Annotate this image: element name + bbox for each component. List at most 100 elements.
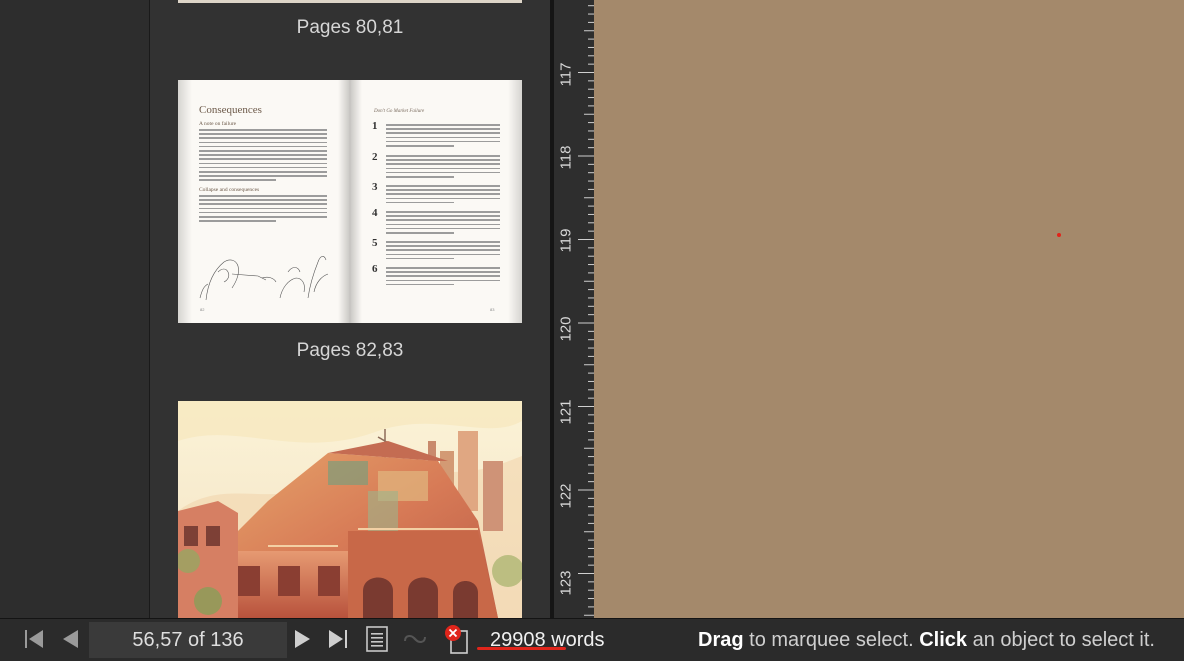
ruler-label-120: 120: [557, 316, 575, 342]
page-shadow-right: [508, 80, 522, 323]
text-line: [199, 179, 276, 181]
text-line: [199, 154, 327, 156]
status-drag: Drag: [698, 629, 744, 651]
thumbnail-label-82-83: Pages 82,83: [296, 340, 404, 361]
text-line: [199, 145, 327, 148]
ruler-label-121: 121: [557, 399, 575, 425]
line-illustration: [199, 256, 329, 301]
text-line: [199, 129, 327, 131]
text-line: [386, 283, 455, 286]
first-page-icon: [25, 630, 43, 648]
list-number-2: 2: [372, 151, 378, 163]
text-line: [386, 223, 500, 226]
last-page-button[interactable]: [324, 619, 352, 659]
text-line: [386, 253, 500, 256]
text-line: [386, 136, 500, 139]
vertical-ruler[interactable]: 117 118 119 120 121 122 123: [554, 0, 594, 618]
ruler-label-117: 117: [557, 62, 575, 87]
ruler-label-122: 122: [557, 483, 575, 509]
first-page-button[interactable]: [20, 619, 48, 659]
left-sidebar: [0, 0, 150, 618]
townscape-illustration: [178, 401, 522, 618]
text-line: [386, 176, 455, 178]
text-line: [386, 275, 500, 277]
link-frames-button[interactable]: [400, 619, 430, 659]
ruler-label-123: 123: [557, 570, 575, 596]
text-line: [386, 245, 500, 247]
text-line: [199, 162, 327, 165]
previous-page-icon: [63, 630, 78, 648]
status-hint: Drag to marquee select. Click an object …: [698, 619, 1155, 659]
text-line: [386, 211, 500, 213]
text-line: [199, 137, 327, 139]
page-indicator-field[interactable]: 56,57 of 136: [89, 622, 287, 658]
text-line: [386, 159, 500, 161]
text-line: [386, 167, 500, 170]
left-folio: 82: [200, 307, 205, 312]
text-line: [386, 155, 500, 157]
thumbnail-spread-80-81-edge[interactable]: [178, 0, 522, 3]
text-line: [386, 128, 500, 130]
text-line: [386, 197, 500, 200]
document-canvas[interactable]: [594, 0, 1184, 618]
text-line: [386, 257, 455, 260]
text-line: [199, 175, 327, 177]
text-line: [386, 201, 455, 204]
text-line: [386, 145, 455, 147]
text-line: [199, 141, 327, 144]
list-number-4: 4: [372, 207, 378, 219]
text-line: [386, 227, 500, 230]
right-folio: 83: [490, 307, 495, 312]
overflow-text-button[interactable]: [442, 619, 472, 659]
text-line: [386, 185, 500, 187]
text-line: [386, 132, 500, 134]
text-line: [199, 133, 327, 135]
spread-left-title: Consequences: [199, 104, 262, 116]
previous-page-button[interactable]: [56, 619, 84, 659]
text-line: [199, 195, 327, 197]
text-line: [199, 211, 327, 214]
text-line: [199, 220, 276, 222]
status-mid: to marquee select.: [743, 629, 920, 651]
text-line: [386, 267, 500, 269]
thumbnail-spread-82-83[interactable]: Consequences A note on failure Collapse …: [178, 80, 522, 323]
text-line: [386, 241, 500, 243]
spread-left-subhead-2: Collapse and consequences: [199, 187, 260, 193]
text-line: [199, 171, 327, 173]
ruler-label-119: 119: [557, 228, 575, 253]
page-shadow-left: [178, 80, 192, 323]
page-view-button[interactable]: [364, 619, 390, 659]
bottom-status-bar: 56,57 of 136 29908 words Drag to marquee: [0, 618, 1184, 659]
next-page-button[interactable]: [288, 619, 316, 659]
text-line: [199, 150, 327, 152]
thumbnail-label-80-81: Pages 80,81: [296, 17, 404, 38]
status-click: Click: [919, 629, 968, 651]
page-view-icon: [366, 626, 388, 652]
error-icon: [445, 625, 468, 654]
text-line: [386, 219, 500, 221]
spread-left-subhead-1: A note on failure: [199, 121, 237, 127]
text-line: [386, 271, 500, 273]
ruler-ticks: [578, 5, 594, 616]
status-end: an object to select it.: [967, 629, 1155, 651]
thumbnail-spread-illustration[interactable]: [178, 401, 522, 618]
text-line: [386, 140, 500, 143]
list-number-5: 5: [372, 237, 378, 249]
text-line: [199, 207, 327, 210]
text-line: [199, 166, 327, 169]
list-number-3: 3: [372, 181, 378, 193]
link-disabled-icon: [404, 635, 426, 643]
text-line: [386, 279, 500, 282]
next-page-icon: [295, 630, 310, 648]
text-line: [386, 163, 500, 165]
page-thumbnail-panel[interactable]: Pages 80,81 Consequences A note on failu…: [150, 0, 550, 618]
spread-gutter: [338, 80, 362, 323]
spread-right-running-head: Don't Go Market Failure: [374, 109, 425, 114]
text-line: [386, 171, 500, 174]
cursor-dot: [1057, 233, 1061, 237]
list-number-1: 1: [372, 120, 378, 132]
word-count[interactable]: 29908 words: [490, 619, 605, 659]
text-line: [199, 158, 327, 160]
list-number-6: 6: [372, 263, 378, 275]
text-line: [386, 189, 500, 191]
